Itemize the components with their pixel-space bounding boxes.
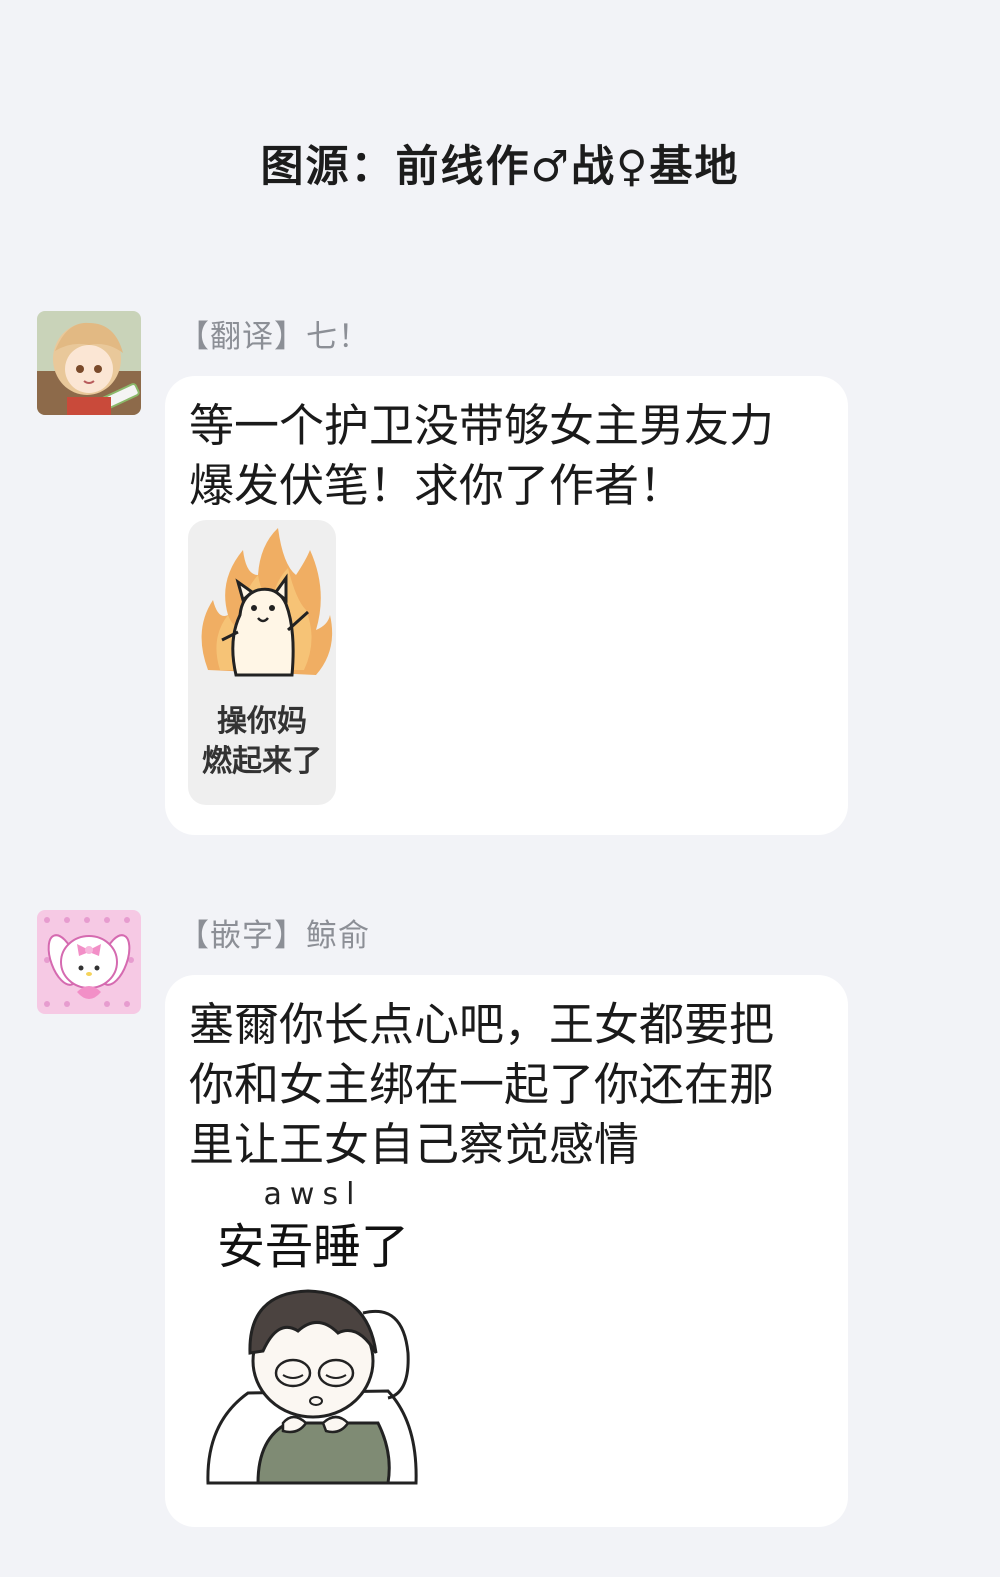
message-line: 爆发伏笔！求你了作者！ [189,459,685,512]
sleeping-person-icon [206,1289,418,1485]
avatar-anime-girl[interactable] [37,311,141,415]
sender-name: 【翻译】七！ [178,319,370,355]
message-line: 塞爾你长点心吧，王女都要把 [189,998,775,1051]
message-bubble[interactable]: 塞爾你长点心吧，王女都要把 你和女主绑在一起了你还在那 里让王女自己察觉感情 a… [165,975,848,1527]
sticker-caption: 操你妈 燃起来了 [188,702,336,782]
message-text: 塞爾你长点心吧，王女都要把 你和女主绑在一起了你还在那 里让王女自己察觉感情 [189,995,839,1175]
sticker-caption-line: 燃起来了 [202,744,322,779]
flaming-dog-sticker[interactable]: 操你妈 燃起来了 [188,520,336,805]
flame-icon [201,528,333,677]
message-line: 等一个护卫没带够女主男友力 [189,399,775,452]
source-title: 图源：前线作♂战♀基地 [260,142,740,192]
message-line: 里让王女自己察觉感情 [189,1118,640,1171]
avatar-my-melody[interactable] [37,910,141,1014]
message-text: 等一个护卫没带够女主男友力 爆发伏笔！求你了作者！ [189,396,839,516]
message-line: 你和女主绑在一起了你还在那 [189,1058,775,1111]
sleeping-person-sticker[interactable]: awsl 安吾睡了 [188,1177,438,1502]
sticker-caption: 安吾睡了 [216,1219,409,1275]
sender-name: 【嵌字】鲸俞 [178,918,370,954]
message-bubble[interactable]: 等一个护卫没带够女主男友力 爆发伏笔！求你了作者！ 操你妈 燃起来了 [165,376,848,835]
sticker-caption-line: 操你妈 [217,704,307,739]
